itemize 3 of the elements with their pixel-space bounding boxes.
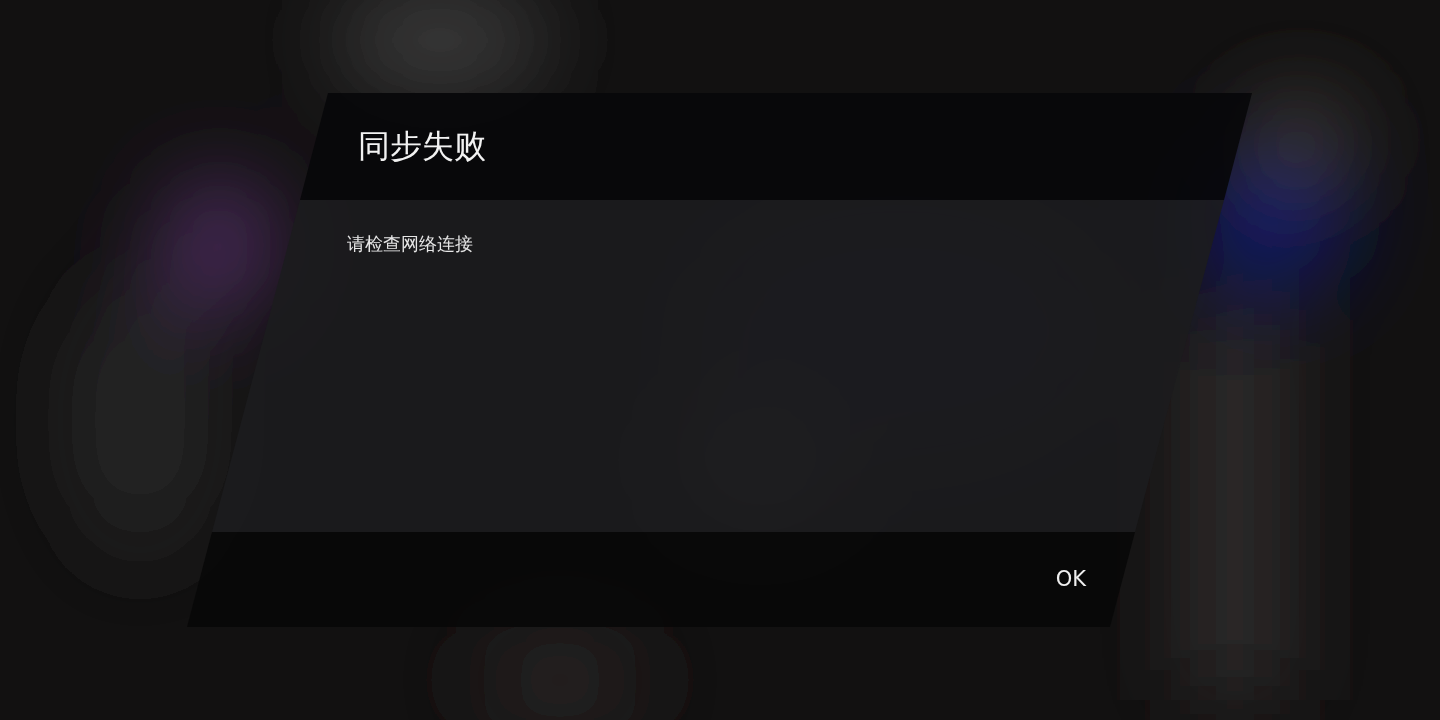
dialog-message: 请检查网络连接 (347, 233, 473, 254)
dialog-title: 同步失败 (358, 127, 486, 166)
ok-button[interactable]: OK (1049, 559, 1092, 600)
